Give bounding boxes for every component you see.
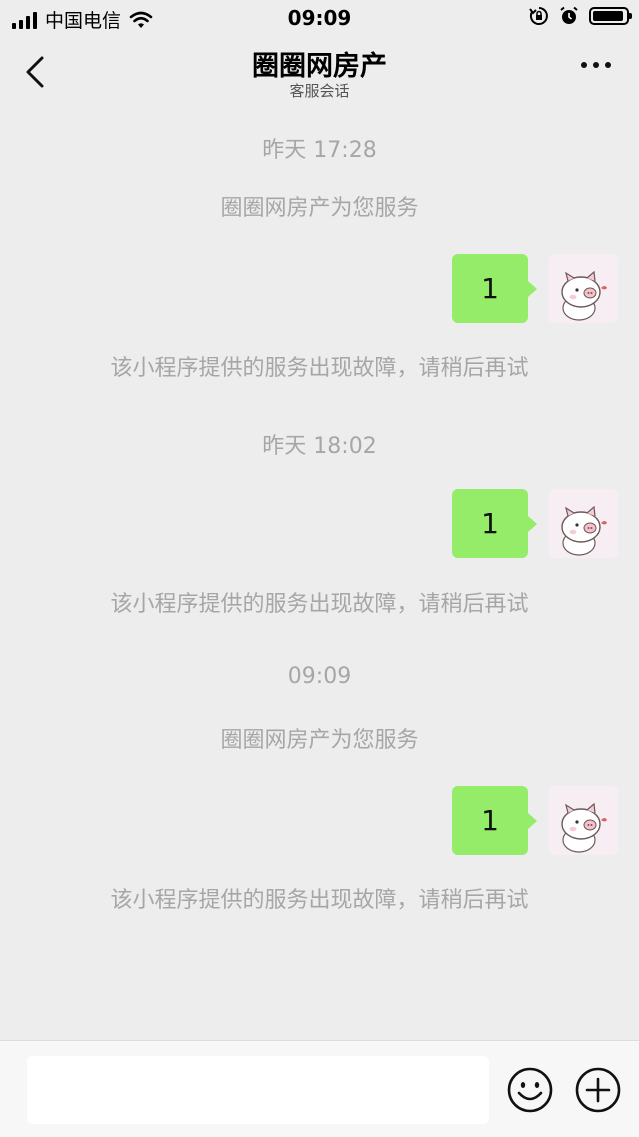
input-bar bbox=[0, 1040, 639, 1137]
timestamp: 昨天 17:28 bbox=[262, 138, 377, 163]
timestamp: 昨天 18:02 bbox=[262, 434, 377, 459]
user-avatar[interactable] bbox=[549, 254, 618, 323]
error-notice: 该小程序提供的服务出现故障，请稍后再试 bbox=[110, 592, 529, 617]
error-notice: 该小程序提供的服务出现故障，请稍后再试 bbox=[110, 888, 529, 913]
battery-icon bbox=[589, 7, 632, 25]
user-message-bubble[interactable]: 1 bbox=[452, 254, 537, 323]
service-notice: 圈圈网房产为您服务 bbox=[220, 728, 419, 753]
timestamp: 09:09 bbox=[287, 664, 352, 689]
status-bar: 中国电信 09:09 bbox=[0, 0, 639, 36]
navigation-bar: 圈圈网房产 客服会话 bbox=[0, 36, 639, 108]
page-subtitle: 客服会话 bbox=[289, 82, 350, 100]
alarm-icon bbox=[560, 6, 578, 24]
smiley-icon[interactable] bbox=[506, 1066, 554, 1114]
user-avatar[interactable] bbox=[549, 489, 618, 558]
more-options-icon[interactable] bbox=[581, 62, 611, 68]
pig-avatar-icon bbox=[561, 505, 607, 556]
pig-avatar-icon bbox=[561, 270, 607, 321]
service-notice: 圈圈网房产为您服务 bbox=[220, 196, 419, 221]
error-notice: 该小程序提供的服务出现故障，请稍后再试 bbox=[110, 356, 529, 381]
user-avatar[interactable] bbox=[549, 786, 618, 855]
user-message-bubble[interactable]: 1 bbox=[452, 786, 537, 855]
plus-circle-icon[interactable] bbox=[574, 1066, 622, 1114]
orientation-lock-icon bbox=[529, 7, 548, 25]
page-title: 圈圈网房产 bbox=[252, 51, 387, 82]
user-message-bubble[interactable]: 1 bbox=[452, 489, 537, 558]
message-input[interactable] bbox=[27, 1056, 489, 1124]
pig-avatar-icon bbox=[561, 802, 607, 853]
